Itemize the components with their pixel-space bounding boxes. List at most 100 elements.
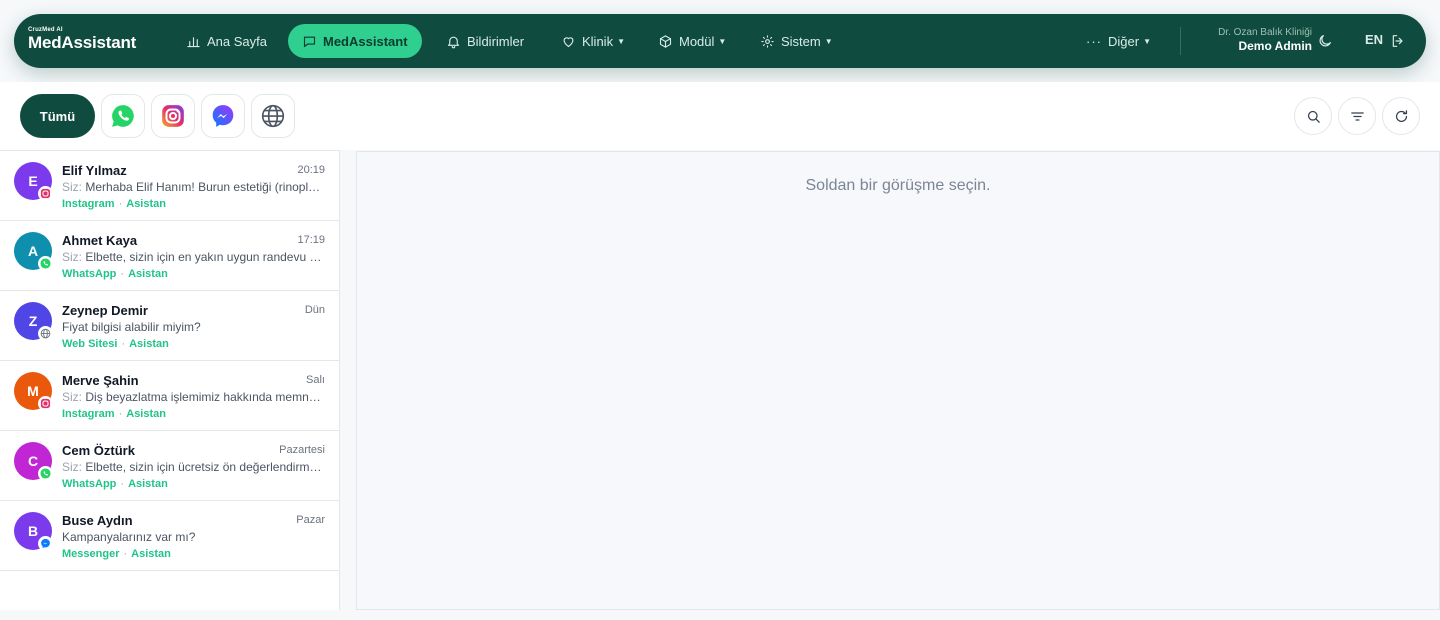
conversation-item[interactable]: E Elif Yılmaz 20:19 Siz: Merhaba Elif Ha… bbox=[0, 151, 339, 221]
filter-all-button[interactable]: Tümü bbox=[20, 94, 95, 138]
nav-klinik[interactable]: Klinik ▼ bbox=[547, 24, 639, 58]
theme-toggle-button[interactable] bbox=[1315, 31, 1335, 51]
bell-icon bbox=[447, 36, 460, 48]
instagram-badge-icon bbox=[38, 396, 53, 411]
message-preview: Kampanyalarınız var mı? bbox=[62, 530, 324, 544]
messenger-badge-icon bbox=[38, 536, 53, 551]
message-preview: Siz: Merhaba Elif Hanım! Burun estetiği … bbox=[62, 180, 324, 194]
nav-label: Modül bbox=[679, 33, 715, 49]
brand-logo[interactable]: CruzMed AI MedAssistant bbox=[28, 27, 136, 51]
conversation-meta: WhatsApp · Asistan bbox=[62, 478, 168, 490]
handler-label: Asistan bbox=[128, 478, 168, 490]
message-time: 17:19 bbox=[297, 234, 325, 246]
message-icon bbox=[303, 36, 316, 47]
nav-label: Bildirimler bbox=[467, 33, 525, 49]
channel-label: WhatsApp bbox=[62, 478, 117, 490]
contact-name: Merve Şahin bbox=[62, 373, 139, 388]
message-prefix: Siz: bbox=[62, 250, 83, 264]
conversation-item[interactable]: C Cem Öztürk Pazartesi Siz: Elbette, siz… bbox=[0, 431, 339, 501]
filter-icon bbox=[1350, 111, 1364, 121]
chevron-down-icon: ▼ bbox=[824, 36, 833, 46]
chevron-down-icon: ▼ bbox=[718, 36, 727, 46]
contact-name: Elif Yılmaz bbox=[62, 163, 127, 178]
avatar-initial: Z bbox=[28, 313, 38, 329]
contact-name: Ahmet Kaya bbox=[62, 233, 138, 248]
message-time: Salı bbox=[306, 374, 325, 386]
message-time: Dün bbox=[304, 304, 325, 316]
refresh-icon bbox=[1395, 109, 1407, 122]
filter-whatsapp-button[interactable] bbox=[101, 94, 145, 138]
conversation-list: E Elif Yılmaz 20:19 Siz: Merhaba Elif Ha… bbox=[0, 150, 340, 610]
channel-label: Instagram bbox=[62, 198, 115, 210]
page-bottom bbox=[0, 610, 1440, 620]
topbar-area: CruzMed AI MedAssistant Ana Sayfa MedAss… bbox=[0, 0, 1440, 82]
conversation-item[interactable]: Z Zeynep Demir Dün Fiyat bilgisi alabili… bbox=[0, 291, 339, 361]
channel-label: WhatsApp bbox=[62, 268, 117, 280]
refresh-button[interactable] bbox=[1382, 97, 1420, 135]
message-prefix: Siz: bbox=[62, 180, 83, 194]
whatsapp-badge-icon bbox=[38, 466, 53, 481]
empty-state-message: Soldan bir görüşme seçin. bbox=[805, 177, 991, 194]
handler-label: Asistan bbox=[129, 338, 169, 350]
handler-label: Asistan bbox=[131, 548, 171, 560]
message-time: 20:19 bbox=[297, 164, 325, 176]
contact-name: Buse Aydın bbox=[62, 513, 133, 528]
message-time: Pazartesi bbox=[279, 444, 325, 456]
conversation-item[interactable]: A Ahmet Kaya 17:19 Siz: Elbette, sizin i… bbox=[0, 221, 339, 291]
nav-medassistant[interactable]: MedAssistant bbox=[288, 24, 422, 58]
nav-bildirimler[interactable]: Bildirimler bbox=[432, 24, 538, 58]
avatar-initial: M bbox=[27, 383, 39, 399]
channel-label: Instagram bbox=[62, 408, 115, 420]
logout-button[interactable] bbox=[1388, 31, 1408, 51]
chevron-down-icon: ▼ bbox=[1143, 36, 1151, 46]
nav-ana-sayfa[interactable]: Ana Sayfa bbox=[172, 24, 281, 58]
conversation-item[interactable]: B Buse Aydın Pazar Kampanyalarınız var m… bbox=[0, 501, 339, 571]
conversation-meta: Instagram · Asistan bbox=[62, 408, 166, 420]
conversation-meta: Instagram · Asistan bbox=[62, 198, 166, 210]
handler-label: Asistan bbox=[126, 198, 166, 210]
globe-icon bbox=[261, 104, 285, 128]
message-text: Kampanyalarınız var mı? bbox=[62, 530, 196, 544]
search-button[interactable] bbox=[1294, 97, 1332, 135]
language-toggle[interactable]: EN bbox=[1365, 32, 1383, 47]
avatar-initial: E bbox=[28, 173, 38, 189]
top-navigation: CruzMed AI MedAssistant Ana Sayfa MedAss… bbox=[14, 14, 1426, 68]
nav-diger[interactable]: ··· Diğer ▼ bbox=[1072, 24, 1165, 58]
channel-label: Messenger bbox=[62, 548, 120, 560]
globe-badge-icon bbox=[38, 326, 53, 341]
user-name: Demo Admin bbox=[1238, 39, 1312, 53]
message-text: Fiyat bilgisi alabilir miyim? bbox=[62, 320, 201, 334]
brand-name: MedAssistant bbox=[28, 33, 137, 52]
contact-name: Zeynep Demir bbox=[62, 303, 148, 318]
clinic-name: Dr. Ozan Balık Kliniği bbox=[1218, 27, 1312, 38]
filter-instagram-button[interactable] bbox=[151, 94, 195, 138]
nav-sistem[interactable]: Sistem ▼ bbox=[746, 24, 847, 58]
filter-web-button[interactable] bbox=[251, 94, 295, 138]
nav-label: Klinik bbox=[582, 33, 614, 49]
message-preview: Siz: Elbette, sizin için ücretsiz ön değ… bbox=[62, 460, 324, 474]
avatar-initial: A bbox=[27, 243, 39, 259]
conversation-meta: WhatsApp · Asistan bbox=[62, 268, 168, 280]
instagram-icon bbox=[162, 105, 184, 127]
filter-button[interactable] bbox=[1338, 97, 1376, 135]
messenger-icon bbox=[212, 105, 234, 127]
heart-icon bbox=[563, 36, 574, 47]
message-prefix: Siz: bbox=[62, 460, 83, 474]
clinic-info[interactable]: Dr. Ozan Balık Kliniği Demo Admin bbox=[1184, 27, 1312, 53]
conversation-item[interactable]: M Merve Şahin Salı Siz: Diş beyazlatma i… bbox=[0, 361, 339, 431]
filter-messenger-button[interactable] bbox=[201, 94, 245, 138]
contact-name: Cem Öztürk bbox=[62, 443, 135, 458]
message-preview: Siz: Diş beyazlatma işlemimiz hakkında m… bbox=[62, 390, 324, 404]
avatar-initial: B bbox=[27, 523, 39, 539]
nav-label: Ana Sayfa bbox=[207, 33, 267, 49]
bar-chart-icon bbox=[187, 36, 200, 47]
message-text: Elbette, sizin için en yakın uygun rande… bbox=[85, 250, 324, 264]
cube-icon bbox=[659, 34, 672, 48]
conversation-detail-pane: Soldan bir görüşme seçin. bbox=[356, 151, 1440, 610]
nav-label: Sistem bbox=[781, 33, 821, 49]
message-time: Pazar bbox=[296, 514, 325, 526]
chevron-down-icon: ▼ bbox=[617, 36, 625, 46]
gear-icon bbox=[761, 34, 774, 48]
instagram-badge-icon bbox=[38, 186, 53, 201]
nav-modul[interactable]: Modül ▼ bbox=[644, 24, 740, 58]
